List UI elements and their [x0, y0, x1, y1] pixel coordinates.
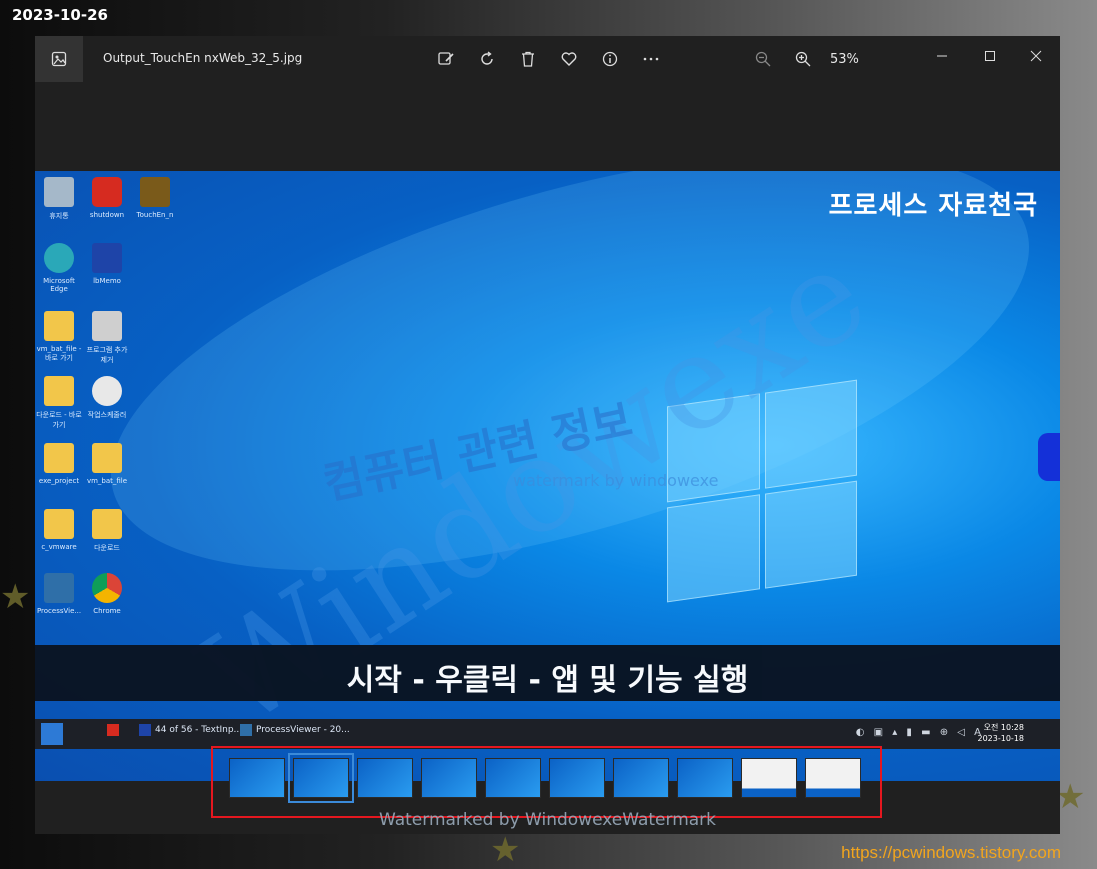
folder-icon — [92, 509, 122, 539]
desktop-icon: exe_project — [35, 443, 83, 485]
desktop-icon: Chrome — [83, 573, 131, 615]
taskbar-clock: 오전 10:28 2023-10-18 — [977, 723, 1025, 743]
zoom-level: 53% — [830, 52, 859, 67]
zoom-in-icon — [795, 51, 811, 67]
side-nav-tab[interactable] — [1038, 433, 1060, 481]
zoom-in-button[interactable] — [792, 48, 814, 70]
favorite-button[interactable] — [558, 48, 580, 70]
edit-icon — [438, 52, 454, 65]
nx-icon — [140, 177, 170, 207]
filmstrip-thumbnail-selected[interactable] — [288, 753, 354, 803]
zoom-out-button[interactable] — [752, 48, 774, 70]
rotate-icon — [481, 51, 493, 65]
filmstrip-thumbnail[interactable] — [485, 758, 541, 798]
taskbar-item — [107, 724, 119, 736]
star-decoration: ★ — [0, 577, 31, 617]
filmstrip-thumbnail[interactable] — [741, 758, 797, 798]
photo-content: Windowexe 컴퓨터 관련 정보 watermark by windowe… — [35, 171, 1060, 781]
more-options-button[interactable] — [640, 48, 662, 70]
desktop-icon: 프로그램 추가 제거 — [83, 311, 131, 365]
desktop-icon: 휴지통 — [35, 177, 83, 221]
filmstrip-thumbnail[interactable] — [549, 758, 605, 798]
photos-app-icon[interactable] — [35, 36, 83, 82]
folder-icon — [44, 443, 74, 473]
delete-button[interactable] — [517, 48, 539, 70]
edit-image-button[interactable] — [435, 48, 457, 70]
file-name: Output_TouchEn nxWeb_32_5.jpg — [103, 51, 303, 65]
desktop-icon: vm_bat_file - 바로 가기 — [35, 311, 83, 363]
bottom-watermark: Watermarked by WindowexeWatermark — [378, 810, 717, 830]
subtitle-text: 시작 - 우클릭 - 앱 및 기능 실행 — [346, 663, 749, 698]
file-info-button[interactable] — [599, 48, 621, 70]
site-url: https://pcwindows.tistory.com — [841, 843, 1061, 862]
minimize-button[interactable] — [925, 42, 959, 70]
heart-icon — [561, 52, 577, 66]
watermark-small: watermark by windowexe — [513, 471, 719, 490]
info-icon — [602, 51, 618, 67]
date-stamp: 2023-10-26 — [12, 6, 108, 24]
clock-icon — [92, 376, 122, 406]
filmstrip-thumbnail[interactable] — [805, 758, 861, 798]
filmstrip-thumbnail[interactable] — [677, 758, 733, 798]
filmstrip-thumbnail[interactable] — [229, 758, 285, 798]
folder-icon — [44, 509, 74, 539]
filmstrip-thumbnail[interactable] — [421, 758, 477, 798]
folder-icon — [44, 311, 74, 341]
desktop-icon: c_vmware — [35, 509, 83, 551]
desktop-icon: 다운로드 - 바로 가기 — [35, 376, 83, 430]
more-icon — [643, 57, 659, 61]
close-icon — [1030, 50, 1042, 62]
taskbar-item: ProcessViewer - 20... — [240, 724, 350, 736]
desktop-icon: TouchEn_n — [131, 177, 179, 219]
maximize-icon — [985, 51, 995, 61]
maximize-button[interactable] — [973, 42, 1007, 70]
subtitle-bar: 시작 - 우클릭 - 앱 및 기능 실행 — [35, 645, 1060, 701]
titlebar: Output_TouchEn nxWeb_32_5.jpg 53% — [35, 36, 1060, 82]
photo-taskbar: 44 of 56 - TextInp... ProcessViewer - 20… — [35, 719, 1060, 749]
close-button[interactable] — [1019, 42, 1053, 70]
star-decoration: ★ — [490, 830, 521, 869]
recycle-bin-icon — [44, 177, 74, 207]
chrome-icon — [92, 573, 122, 603]
desktop-icon: shutdown — [83, 177, 131, 219]
edge-icon — [44, 243, 74, 273]
system-tray: ◐ ▣ ▴ ▮ ▬ ⊕ ◁ A — [855, 727, 984, 738]
zoom-out-icon — [755, 51, 771, 67]
desktop-icon: lbMemo — [83, 243, 131, 285]
power-icon — [92, 177, 122, 207]
desktop-icon: vm_bat_file — [83, 443, 131, 485]
minimize-icon — [937, 55, 947, 57]
taskbar-item: 44 of 56 - TextInp... — [139, 724, 242, 736]
folder-icon — [92, 443, 122, 473]
rotate-button[interactable] — [476, 48, 498, 70]
brand-text: 프로세스 자료천국 — [828, 191, 1038, 221]
processviewer-icon — [44, 573, 74, 603]
app-icon — [92, 311, 122, 341]
desktop-icon: Microsoft Edge — [35, 243, 83, 293]
desktop-icon: ProcessVie... — [35, 573, 83, 615]
memo-icon — [92, 243, 122, 273]
desktop-icon: 다운로드 — [83, 509, 131, 553]
desktop-icon: 작업스케줄러 — [83, 376, 131, 420]
folder-icon — [44, 376, 74, 406]
filmstrip-thumbnail[interactable] — [613, 758, 669, 798]
filmstrip-thumbnail[interactable] — [357, 758, 413, 798]
filmstrip — [211, 746, 882, 818]
photos-window: Output_TouchEn nxWeb_32_5.jpg 53% Window… — [35, 36, 1060, 834]
start-icon — [41, 723, 63, 745]
trash-icon — [522, 51, 534, 67]
